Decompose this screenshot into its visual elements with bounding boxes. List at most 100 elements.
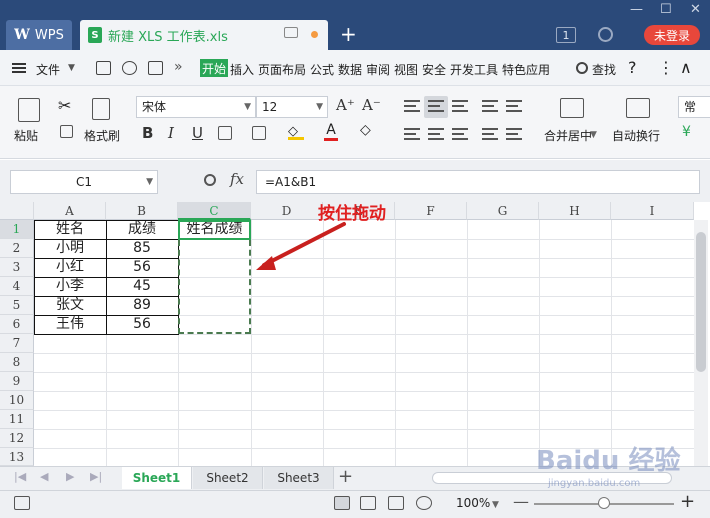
- tab-sheet1[interactable]: Sheet1: [122, 467, 192, 489]
- row-header[interactable]: 7: [0, 334, 34, 353]
- cut-icon[interactable]: ✂: [58, 96, 71, 115]
- justify-icon[interactable]: [482, 128, 498, 140]
- italic-button[interactable]: I: [168, 124, 174, 142]
- login-button[interactable]: 未登录: [644, 25, 700, 45]
- increase-font-icon[interactable]: A⁺: [336, 96, 355, 114]
- eye-protection-icon[interactable]: [416, 496, 432, 510]
- name-box[interactable]: C1 ▼: [10, 170, 158, 194]
- wrap-text-icon[interactable]: [626, 98, 650, 118]
- tab-formula[interactable]: 公式: [310, 61, 334, 78]
- align-left-icon[interactable]: [404, 128, 420, 140]
- cell-b4[interactable]: 45: [106, 277, 178, 296]
- page-break-view-icon[interactable]: [360, 496, 376, 510]
- align-center-icon[interactable]: [428, 128, 444, 140]
- document-tab[interactable]: S 新建 XLS 工作表.xls: [80, 20, 328, 50]
- align-top-icon[interactable]: [404, 100, 420, 112]
- column-header[interactable]: B: [106, 202, 178, 220]
- save-icon[interactable]: [96, 61, 111, 75]
- tab-developer[interactable]: 开发工具: [450, 61, 498, 78]
- cell-a6[interactable]: 王伟: [34, 315, 106, 334]
- more-tools-icon[interactable]: »: [174, 59, 183, 75]
- cell-a2[interactable]: 小明: [34, 239, 106, 258]
- collapse-ribbon-icon[interactable]: ∧: [680, 58, 692, 77]
- cell-b3[interactable]: 56: [106, 258, 178, 277]
- zoom-slider-knob[interactable]: [598, 497, 610, 509]
- sync-icon[interactable]: [598, 27, 613, 42]
- distribute-icon[interactable]: [506, 128, 522, 140]
- fill-pattern-icon[interactable]: [252, 126, 266, 140]
- cell-a3[interactable]: 小红: [34, 258, 106, 277]
- row-header[interactable]: 4: [0, 277, 34, 296]
- bold-button[interactable]: B: [142, 124, 153, 142]
- help-icon[interactable]: ?: [628, 58, 637, 77]
- cell-b1[interactable]: 成绩: [106, 220, 178, 239]
- column-header[interactable]: H: [539, 202, 611, 220]
- tab-sheet3[interactable]: Sheet3: [264, 467, 334, 489]
- first-sheet-icon[interactable]: |◀: [14, 470, 26, 483]
- close-icon[interactable]: ✕: [690, 2, 701, 17]
- format-painter-button[interactable]: 格式刷: [84, 127, 120, 144]
- formula-input[interactable]: =A1&B1: [256, 170, 700, 194]
- zoom-out-button[interactable]: —: [513, 492, 529, 511]
- cell-a1[interactable]: 姓名: [34, 220, 106, 239]
- underline-button[interactable]: U: [192, 124, 203, 142]
- row-header[interactable]: 6: [0, 315, 34, 334]
- file-menu[interactable]: 文件: [36, 61, 60, 78]
- cell-b2[interactable]: 85: [106, 239, 178, 258]
- undo-icon[interactable]: [122, 61, 137, 75]
- search-button[interactable]: 查找: [592, 61, 616, 78]
- row-header[interactable]: 12: [0, 429, 34, 448]
- clear-format-icon[interactable]: ◇: [360, 122, 371, 138]
- print-icon[interactable]: [148, 61, 163, 75]
- font-size-select[interactable]: 12 ▼: [256, 96, 328, 118]
- chevron-down-icon[interactable]: ▼: [68, 63, 75, 73]
- currency-icon[interactable]: ¥: [682, 124, 691, 140]
- tab-special[interactable]: 特色应用: [502, 61, 550, 78]
- column-header[interactable]: G: [467, 202, 539, 220]
- copy-icon[interactable]: [60, 125, 73, 138]
- indent-increase-icon[interactable]: [506, 100, 522, 112]
- window-count-badge[interactable]: 1: [556, 27, 576, 43]
- format-painter-icon[interactable]: [92, 98, 110, 120]
- merge-center-button[interactable]: 合并居中: [544, 127, 592, 144]
- paste-icon[interactable]: [18, 98, 40, 122]
- zoom-in-button[interactable]: +: [680, 491, 695, 512]
- add-sheet-button[interactable]: +: [338, 466, 353, 487]
- row-header[interactable]: 1: [0, 220, 34, 239]
- chevron-down-icon[interactable]: ▼: [492, 500, 499, 510]
- zoom-level[interactable]: 100%: [456, 496, 490, 510]
- cell-a5[interactable]: 张文: [34, 296, 106, 315]
- indent-decrease-icon[interactable]: [482, 100, 498, 112]
- chevron-down-icon[interactable]: ▼: [590, 130, 597, 140]
- maximize-icon[interactable]: ☐: [660, 2, 672, 17]
- search-icon[interactable]: [576, 62, 588, 74]
- align-bottom-icon[interactable]: [452, 100, 468, 112]
- decrease-font-icon[interactable]: A⁻: [362, 96, 381, 114]
- tab-view[interactable]: 视图: [394, 61, 418, 78]
- cell-b6[interactable]: 56: [106, 315, 178, 334]
- align-middle-icon[interactable]: [428, 100, 444, 112]
- row-header[interactable]: 3: [0, 258, 34, 277]
- paste-button[interactable]: 粘贴: [14, 127, 38, 144]
- wrap-text-button[interactable]: 自动换行: [612, 127, 660, 144]
- wps-home-tab[interactable]: W WPS: [6, 20, 72, 50]
- row-header[interactable]: 11: [0, 410, 34, 429]
- column-header[interactable]: C: [178, 202, 251, 220]
- row-header[interactable]: 2: [0, 239, 34, 258]
- magnifier-icon[interactable]: [204, 174, 216, 186]
- fx-icon[interactable]: fx: [230, 170, 244, 188]
- column-header[interactable]: F: [395, 202, 467, 220]
- number-format-select[interactable]: 常: [678, 96, 710, 118]
- fill-color-icon[interactable]: ◇: [288, 124, 304, 140]
- row-header[interactable]: 5: [0, 296, 34, 315]
- column-header[interactable]: I: [611, 202, 694, 220]
- select-all-corner[interactable]: [0, 202, 34, 220]
- macro-icon[interactable]: [14, 496, 30, 510]
- active-cell-border[interactable]: [178, 220, 251, 240]
- tab-insert[interactable]: 插入: [230, 61, 254, 78]
- tab-review[interactable]: 审阅: [366, 61, 390, 78]
- align-right-icon[interactable]: [452, 128, 468, 140]
- row-header[interactable]: 9: [0, 372, 34, 391]
- normal-view-icon[interactable]: [334, 496, 350, 510]
- column-header[interactable]: A: [34, 202, 106, 220]
